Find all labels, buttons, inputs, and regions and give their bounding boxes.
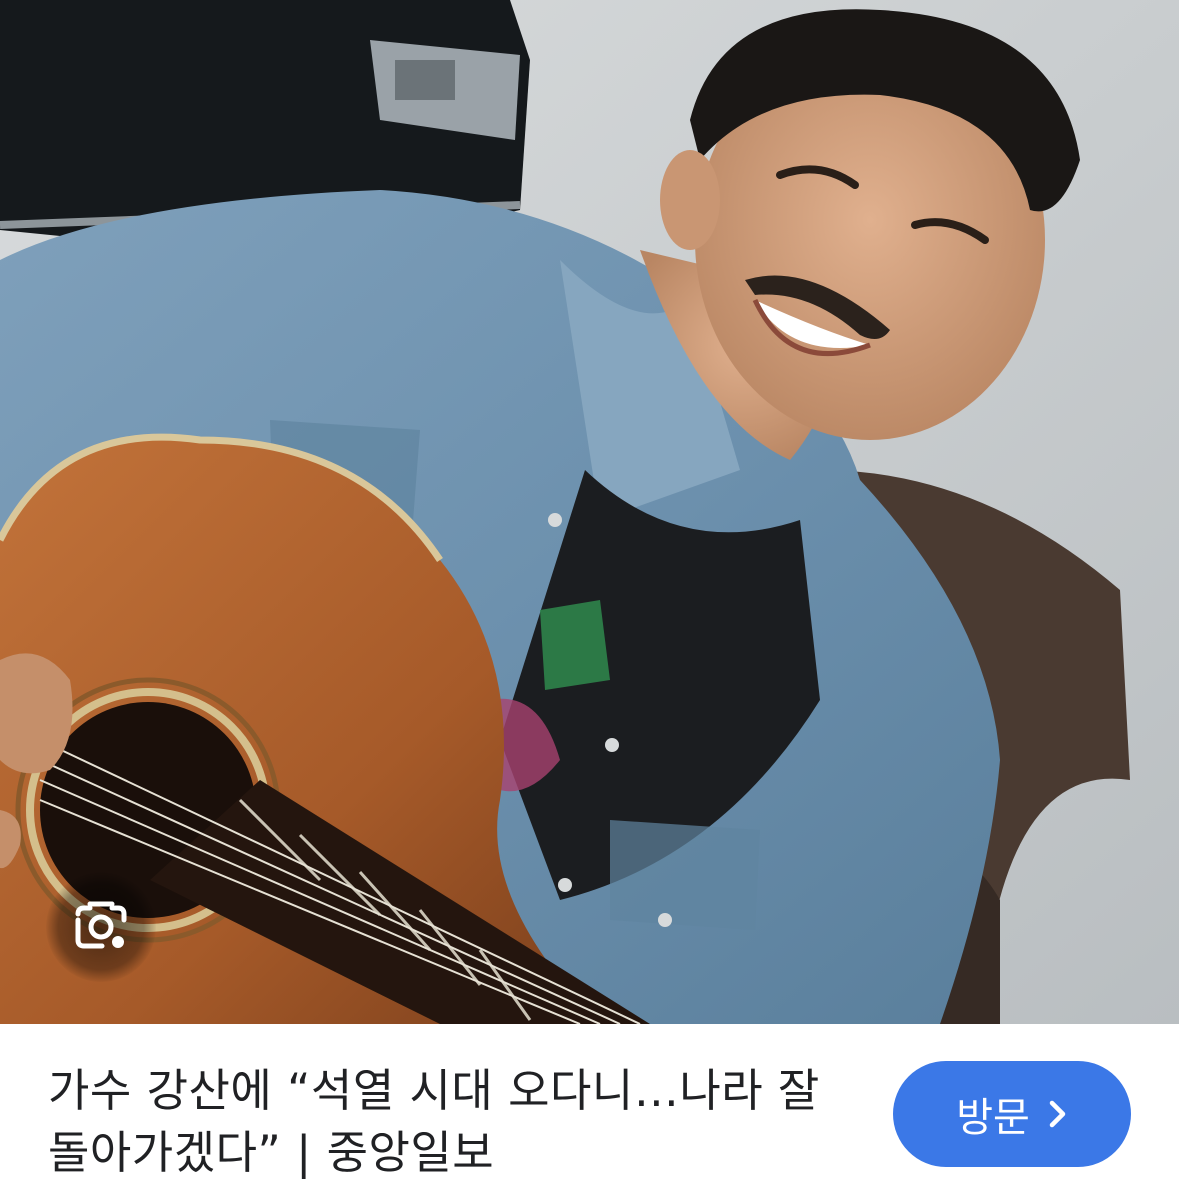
google-lens-icon <box>75 901 127 949</box>
result-title[interactable]: 가수 강산에 “석열 시대 오다니…나라 잘 돌아가겠다” | 중앙일보 <box>48 1060 848 1184</box>
visit-button-label: 방문 <box>956 1095 1030 1141</box>
visit-button[interactable]: 방문 <box>893 1061 1131 1167</box>
result-image[interactable] <box>0 0 1179 1024</box>
photo-illustration <box>0 0 1179 1024</box>
image-result-card: 가수 강산에 “석열 시대 오다니…나라 잘 돌아가겠다” | 중앙일보 방문 <box>0 0 1179 1186</box>
google-lens-button[interactable] <box>46 872 156 982</box>
chevron-right-icon <box>1048 1099 1068 1129</box>
result-info-bar: 가수 강산에 “석열 시대 오다니…나라 잘 돌아가겠다” | 중앙일보 방문 <box>0 1024 1179 1186</box>
